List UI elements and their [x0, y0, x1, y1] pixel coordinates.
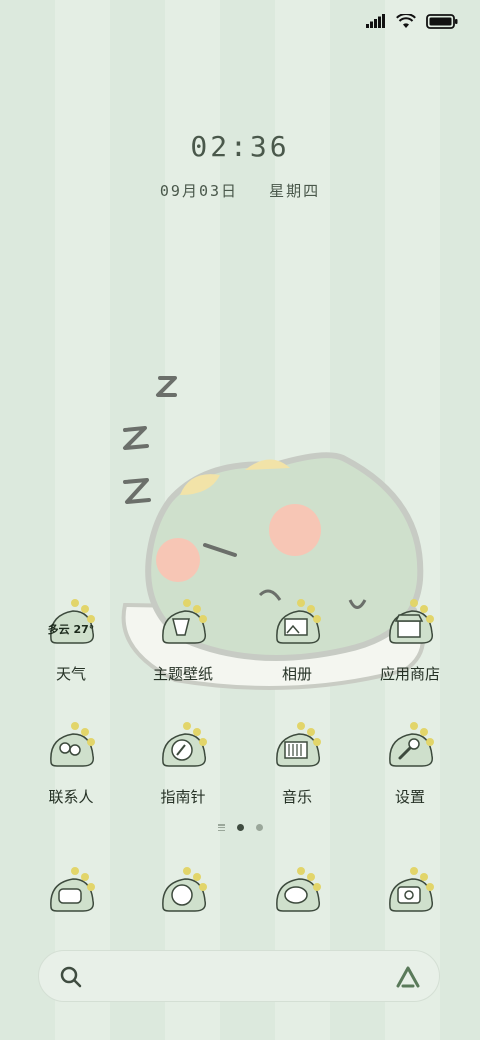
date-day: 09月03日	[159, 182, 239, 200]
store-icon	[382, 597, 438, 653]
status-bar	[366, 8, 458, 34]
app-label: 设置	[394, 788, 425, 806]
app-label: 天气	[55, 665, 86, 683]
page-indicator[interactable]	[0, 824, 480, 831]
battery-icon	[426, 13, 458, 29]
dock	[0, 865, 480, 925]
date-weekday: 星期四	[269, 182, 321, 200]
camera-icon	[382, 865, 438, 921]
app-label: 相册	[281, 665, 312, 683]
dock-phone[interactable]	[14, 865, 128, 921]
theme-icon	[155, 597, 211, 653]
signal-icon	[366, 14, 385, 28]
app-store[interactable]: 应用商店	[353, 597, 467, 684]
app-label: 应用商店	[379, 665, 440, 683]
app-theme[interactable]: 主题壁纸	[126, 597, 240, 684]
search-bar[interactable]	[38, 950, 440, 1002]
assistant-icon[interactable]	[395, 965, 421, 989]
dock-messages[interactable]	[240, 865, 354, 921]
app-weather[interactable]: 多云 27° 天气	[14, 597, 128, 684]
weather-icon: 多云 27°	[43, 597, 99, 653]
music-icon	[269, 720, 325, 776]
app-label: 主题壁纸	[152, 665, 213, 683]
app-label: 联系人	[48, 788, 94, 806]
app-compass[interactable]: 指南针	[126, 720, 240, 807]
app-gallery[interactable]: 相册	[240, 597, 354, 684]
app-label: 音乐	[281, 788, 312, 806]
compass-icon	[155, 720, 211, 776]
contacts-icon	[43, 720, 99, 776]
app-settings[interactable]: 设置	[353, 720, 467, 807]
page-dot	[255, 824, 263, 831]
page-dot-active	[236, 824, 244, 831]
wifi-icon	[396, 13, 416, 28]
weather-badge: 多云 27°	[47, 623, 95, 636]
lock-clock[interactable]: 02:36	[0, 130, 480, 163]
page-list-indicator	[217, 824, 225, 831]
date-display: 09月03日 星期四	[0, 180, 480, 201]
phone-icon	[43, 865, 99, 921]
app-label: 指南针	[160, 788, 206, 806]
settings-icon	[382, 720, 438, 776]
gallery-icon	[269, 597, 325, 653]
dock-browser[interactable]	[126, 865, 240, 921]
dock-camera[interactable]	[353, 865, 467, 921]
messages-icon	[269, 865, 325, 921]
search-icon[interactable]	[59, 965, 83, 989]
app-music[interactable]: 音乐	[240, 720, 354, 807]
browser-icon	[155, 865, 211, 921]
app-contacts[interactable]: 联系人	[14, 720, 128, 807]
